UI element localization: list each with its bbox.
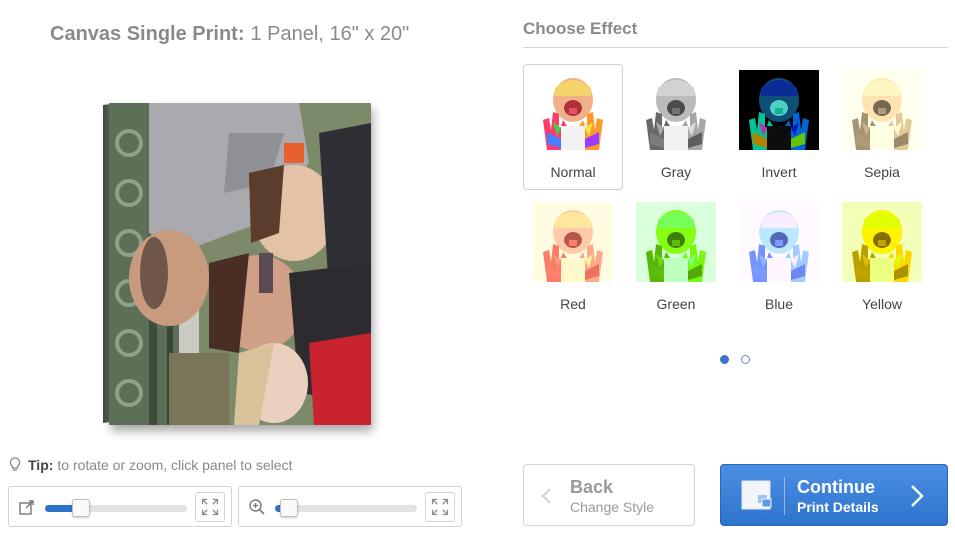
pager-dot-1[interactable] <box>720 355 729 364</box>
rotate-slider[interactable] <box>45 505 187 512</box>
effect-option-green[interactable]: Green <box>626 196 726 322</box>
continue-button[interactable]: Continue Print Details <box>720 464 948 526</box>
effect-option-normal[interactable]: Normal <box>523 64 623 190</box>
effect-label: Gray <box>660 164 692 180</box>
effect-thumbnail <box>533 202 613 282</box>
effect-thumbnail <box>533 70 613 150</box>
lightbulb-icon <box>9 457 21 471</box>
zoom-expand-button[interactable] <box>425 492 455 522</box>
rotate-expand-button[interactable] <box>195 492 225 522</box>
continue-label: Continue <box>797 477 875 497</box>
product-title: Canvas Single Print: 1 Panel, 16" x 20" <box>50 23 409 46</box>
tip-text: to rotate or zoom, click panel to select <box>57 457 293 473</box>
effect-thumbnail <box>636 202 716 282</box>
effect-thumbnail <box>636 70 716 150</box>
effect-label: Blue <box>764 296 794 312</box>
effect-option-invert[interactable]: Invert <box>729 64 829 190</box>
back-label: Back <box>570 477 614 497</box>
effect-option-blue[interactable]: Blue <box>729 196 829 322</box>
effect-label: Yellow <box>862 296 902 312</box>
expand-icon <box>431 498 449 516</box>
chevron-left-icon <box>541 488 551 504</box>
effect-heading: Choose Effect <box>523 19 638 38</box>
pager-dot-2[interactable] <box>741 355 750 364</box>
rotate-slider-handle[interactable] <box>71 499 90 517</box>
back-button[interactable]: Back Change Style <box>523 464 695 526</box>
rotate-control <box>8 486 232 527</box>
effect-thumbnail <box>842 202 922 282</box>
effect-label: Normal <box>550 164 596 180</box>
continue-divider <box>784 477 785 515</box>
effect-thumbnail <box>842 70 922 150</box>
effect-thumbnail <box>739 202 819 282</box>
continue-sublabel: Print Details <box>797 499 879 515</box>
divider <box>523 47 948 48</box>
product-type: Canvas Single Print: <box>50 23 245 45</box>
zoom-icon[interactable] <box>248 498 266 516</box>
chevron-right-icon <box>911 485 924 507</box>
effect-option-yellow[interactable]: Yellow <box>832 196 932 322</box>
tip-label: Tip: <box>28 457 54 473</box>
effect-label: Red <box>560 296 586 312</box>
effect-pager <box>720 355 750 364</box>
zoom-control <box>238 486 462 527</box>
family-photo <box>109 103 371 425</box>
effect-thumbnail <box>739 70 819 150</box>
expand-icon <box>201 498 219 516</box>
canvas-panel[interactable] <box>109 103 371 425</box>
effect-label: Green <box>656 296 696 312</box>
product-size: 1 Panel, 16" x 20" <box>250 23 410 45</box>
effect-label: Sepia <box>864 164 900 180</box>
canvas-preview[interactable] <box>103 103 371 425</box>
effect-label: Invert <box>761 164 797 180</box>
effect-option-red[interactable]: Red <box>523 196 623 322</box>
back-sublabel: Change Style <box>570 499 655 515</box>
tip-row: Tip: to rotate or zoom, click panel to s… <box>8 457 292 473</box>
effect-option-sepia[interactable]: Sepia <box>832 64 932 190</box>
print-details-icon <box>741 480 772 510</box>
effect-option-gray[interactable]: Gray <box>626 64 726 190</box>
zoom-slider-handle[interactable] <box>280 499 299 517</box>
rotate-icon[interactable] <box>18 498 36 516</box>
